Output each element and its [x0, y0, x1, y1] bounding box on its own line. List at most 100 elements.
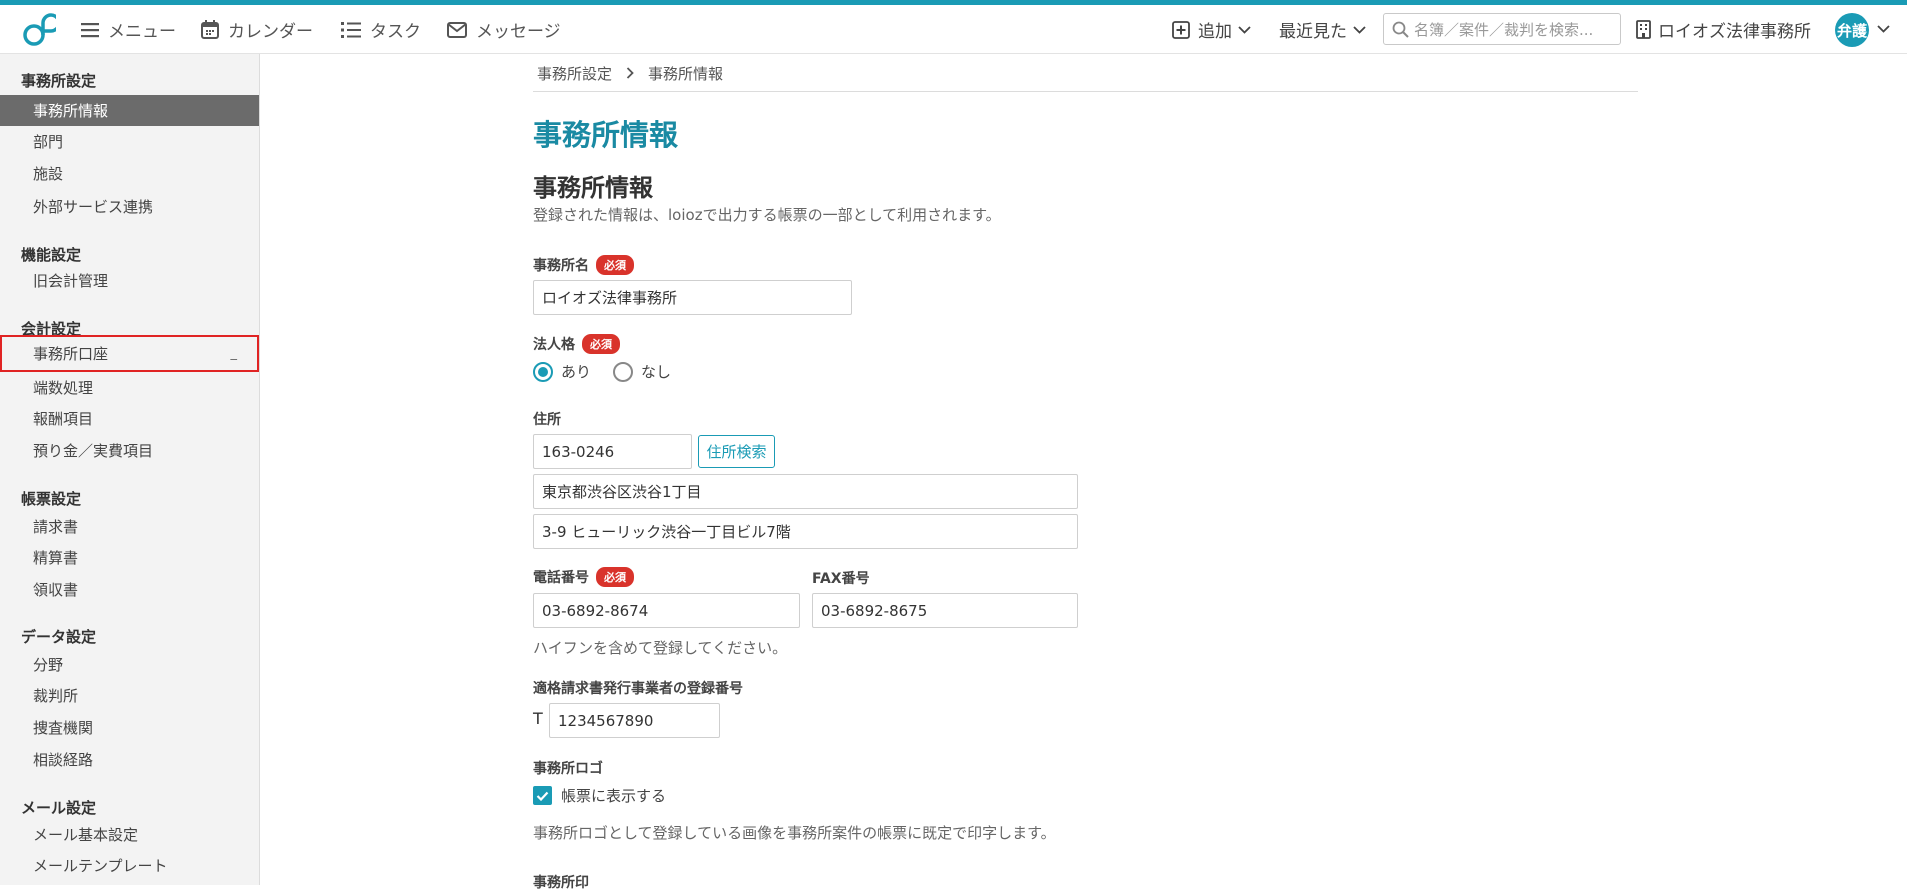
corp-yes-label: あり	[561, 363, 592, 381]
sidebar-item-mail-basic[interactable]: メール基本設定	[0, 819, 259, 850]
sidebar-section-function: 機能設定	[21, 246, 82, 264]
radio-empty-icon	[613, 361, 633, 382]
address-label: 住所	[533, 409, 561, 429]
sidebar-item-receipt[interactable]: 領収書	[0, 574, 259, 605]
office-logo-label-text: 事務所ロゴ	[533, 761, 603, 777]
sidebar-item-label: メール基本設定	[33, 826, 139, 844]
sidebar-item-office-account[interactable]: 事務所口座 _	[0, 335, 259, 372]
sidebar-item-label: メールテンプレート	[33, 857, 168, 875]
address-line1-input[interactable]: 東京都渋谷区渋谷1丁目	[533, 474, 1078, 509]
top-header: メニュー カレンダー タスク メッセージ 追加 最近見た 名簿／案件／裁判を検索…	[0, 5, 1907, 54]
breadcrumb-divider	[533, 91, 1638, 92]
nav-message-label: メッセージ	[476, 22, 561, 42]
phone-input[interactable]: 03-6892-8674	[533, 593, 800, 628]
required-badge: 必須	[596, 255, 634, 275]
section-description: 登録された情報は、loiozで出力する帳票の一部として利用されます。	[533, 206, 1001, 224]
invoice-reg-input[interactable]: 1234567890	[549, 703, 720, 738]
sidebar-item-deposit-items[interactable]: 預り金／実費項目	[0, 435, 259, 466]
avatar-text: 弁護	[1836, 21, 1867, 40]
office-name-input[interactable]: ロイオズ法律事務所	[533, 280, 852, 315]
fax-label: FAX番号	[812, 568, 870, 588]
sidebar-item-settlement[interactable]: 精算書	[0, 542, 259, 573]
search-icon	[1392, 21, 1409, 38]
mail-icon	[447, 21, 467, 38]
address-line2-input[interactable]: 3-9 ヒューリック渋谷一丁目ビル7階	[533, 514, 1078, 549]
sidebar-item-label: 事務所口座	[33, 345, 109, 363]
page-title: 事務所情報	[533, 118, 679, 152]
nav-calendar[interactable]: カレンダー	[201, 5, 313, 54]
chevron-right-icon	[626, 65, 634, 83]
nav-task[interactable]: タスク	[341, 5, 421, 54]
plus-square-icon	[1172, 20, 1190, 39]
fax-input[interactable]: 03-6892-8675	[812, 593, 1078, 628]
address-label-text: 住所	[533, 412, 561, 428]
logo-display-checkbox[interactable]: 帳票に表示する	[533, 785, 666, 806]
nav-task-label: タスク	[370, 22, 421, 42]
sidebar-item-rounding[interactable]: 端数処理	[0, 372, 259, 403]
sidebar-item-label: 分野	[33, 656, 64, 674]
phone-label: 電話番号 必須	[533, 567, 634, 587]
nav-menu[interactable]: メニュー	[81, 5, 176, 54]
sidebar-item-label: 外部サービス連携	[33, 198, 154, 216]
sidebar-item-office-info[interactable]: 事務所情報	[0, 95, 259, 126]
corp-no-label: なし	[641, 363, 672, 381]
address-search-button[interactable]: 住所検索	[698, 435, 775, 468]
sidebar-item-fee-items[interactable]: 報酬項目	[0, 403, 259, 434]
global-search-input[interactable]: 名簿／案件／裁判を検索...	[1383, 13, 1621, 45]
sidebar-item-facility[interactable]: 施設	[0, 158, 259, 189]
fax-value: 03-6892-8675	[821, 601, 928, 620]
corp-type-label-text: 法人格	[533, 337, 575, 353]
fax-label-text: FAX番号	[812, 571, 870, 587]
list-icon	[341, 21, 361, 38]
building-icon	[1636, 20, 1651, 39]
sidebar-item-label: 事務所情報	[33, 102, 109, 120]
sidebar-item-label: 捜査機関	[33, 719, 94, 737]
sidebar-item-label: 精算書	[33, 549, 79, 567]
recent-label: 最近見た	[1279, 22, 1347, 42]
sidebar-item-label: 旧会計管理	[33, 272, 109, 290]
sidebar-item-label: 領収書	[33, 581, 79, 599]
sidebar-item-label: 相談経路	[33, 751, 94, 769]
sidebar-item-label: 裁判所	[33, 687, 79, 705]
logo-display-label: 帳票に表示する	[561, 787, 667, 805]
sidebar-item-legacy-accounting[interactable]: 旧会計管理	[0, 265, 259, 296]
add-label: 追加	[1198, 22, 1232, 42]
add-dropdown[interactable]: 追加	[1172, 5, 1251, 54]
corp-no-radio[interactable]: なし	[613, 361, 671, 382]
chevron-down-icon	[1353, 25, 1366, 34]
sidebar-item-field[interactable]: 分野	[0, 649, 259, 680]
sidebar-item-court[interactable]: 裁判所	[0, 680, 259, 711]
sidebar-item-department[interactable]: 部門	[0, 126, 259, 157]
phone-label-text: 電話番号	[533, 570, 589, 586]
address-search-label: 住所検索	[706, 443, 767, 461]
section-title: 事務所情報	[533, 174, 653, 202]
loioz-logo-icon[interactable]	[22, 11, 56, 47]
sidebar-section-mail: メール設定	[21, 799, 97, 817]
checkmark-icon	[533, 786, 552, 805]
sidebar-item-consult-route[interactable]: 相談経路	[0, 744, 259, 775]
postal-code-input[interactable]: 163-0246	[533, 434, 692, 469]
chevron-down-icon	[1238, 25, 1251, 34]
office-name: ロイオズ法律事務所	[1658, 22, 1811, 42]
logo-hint: 事務所ロゴとして登録している画像を事務所案件の帳票に既定で印字します。	[533, 824, 1056, 842]
invoice-reg-value: 1234567890	[558, 711, 654, 730]
postal-code-value: 163-0246	[542, 442, 615, 461]
sidebar-item-mail-template[interactable]: メールテンプレート	[0, 850, 259, 881]
settings-sidebar: 事務所設定 事務所情報 部門 施設 外部サービス連携 機能設定 旧会計管理 会計…	[0, 54, 260, 885]
office-switcher[interactable]: ロイオズ法律事務所	[1636, 5, 1811, 54]
sidebar-item-external-service[interactable]: 外部サービス連携	[0, 191, 259, 222]
phone-hint: ハイフンを含めて登録してください。	[533, 639, 788, 657]
hamburger-icon	[81, 22, 99, 38]
nav-menu-label: メニュー	[108, 22, 176, 42]
recent-dropdown[interactable]: 最近見た	[1279, 5, 1366, 54]
invoice-reg-label: 適格請求書発行事業者の登録番号	[533, 678, 743, 698]
sidebar-item-invoice[interactable]: 請求書	[0, 511, 259, 542]
chevron-down-icon[interactable]	[1877, 25, 1890, 33]
search-placeholder: 名簿／案件／裁判を検索...	[1414, 20, 1594, 39]
user-avatar[interactable]: 弁護	[1835, 13, 1869, 47]
nav-message[interactable]: メッセージ	[447, 5, 561, 54]
sidebar-item-investigation[interactable]: 捜査機関	[0, 712, 259, 743]
corp-yes-radio[interactable]: あり	[533, 361, 591, 382]
invoice-prefix: T	[533, 709, 543, 728]
breadcrumb-item-office-settings[interactable]: 事務所設定	[537, 63, 612, 84]
